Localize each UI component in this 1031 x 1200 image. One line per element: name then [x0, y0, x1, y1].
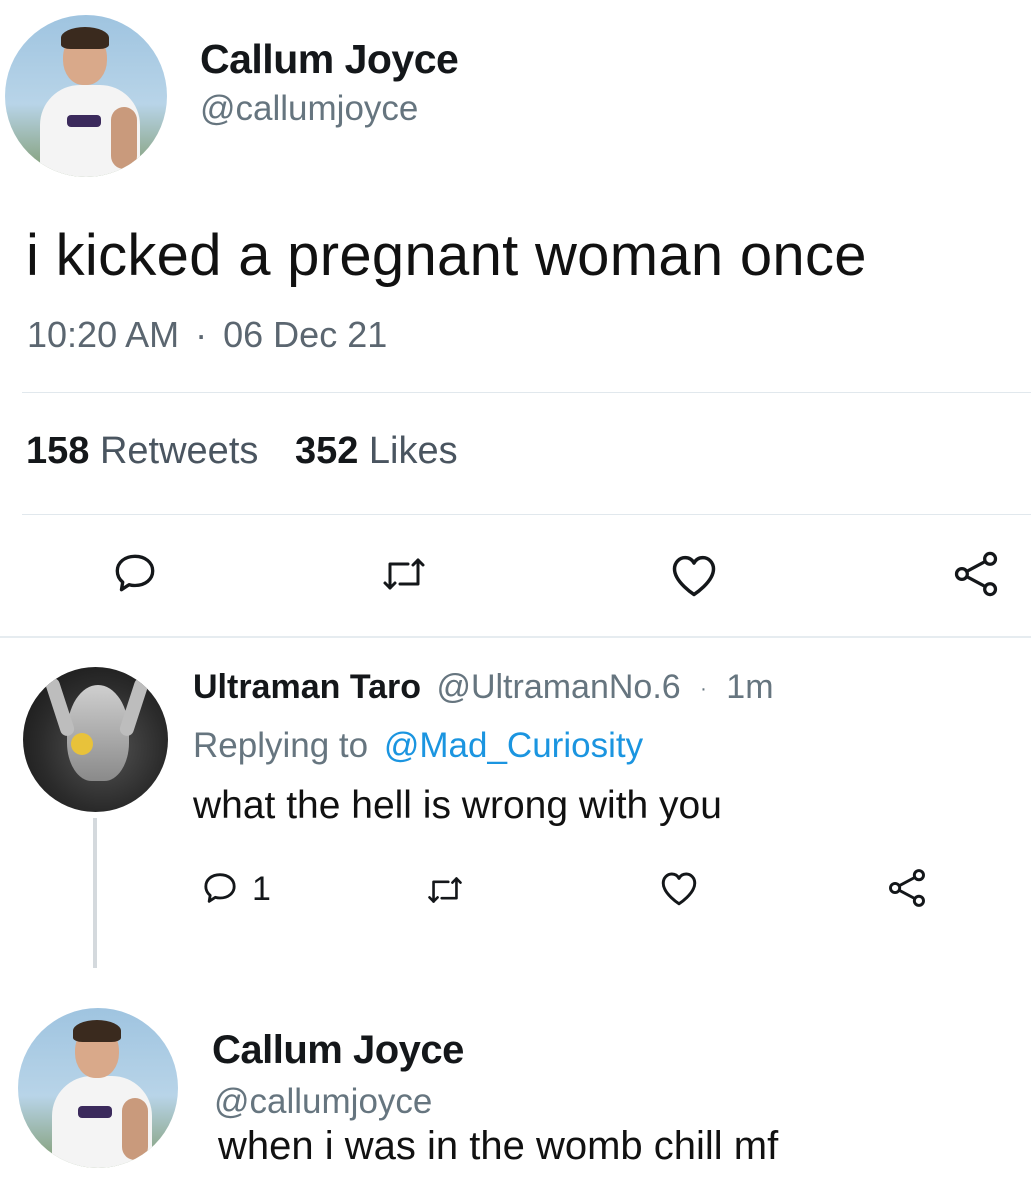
avatar[interactable]	[18, 1008, 178, 1168]
thread-line	[93, 818, 97, 968]
divider	[22, 392, 1031, 393]
share-icon[interactable]	[950, 548, 1002, 600]
tweet-time: 10:20 AM	[27, 314, 180, 355]
author-name[interactable]: Callum Joyce	[200, 36, 459, 83]
timestamp-separator: ·	[195, 314, 208, 355]
reply-author-name[interactable]: Ultraman Taro	[193, 668, 421, 706]
replying-to-mention[interactable]: @Mad_Curiosity	[384, 726, 643, 765]
divider	[22, 514, 1031, 515]
reply-icon[interactable]	[110, 548, 160, 598]
reply-header: Ultraman Taro @UltramanNo.6 · 1m	[193, 668, 774, 707]
reply-icon[interactable]	[200, 868, 240, 908]
reply-text: what the hell is wrong with you	[193, 784, 722, 827]
tweet-text: i kicked a pregnant woman once	[26, 223, 867, 288]
divider	[0, 636, 1031, 638]
share-icon[interactable]	[885, 866, 929, 910]
retweet-icon[interactable]	[425, 872, 465, 908]
retweets-label: Retweets	[99, 430, 259, 472]
retweets-count: 158	[26, 430, 90, 472]
reply-author-handle[interactable]: @UltramanNo.6	[436, 668, 680, 706]
tweet-date: 06 Dec 21	[223, 314, 388, 355]
replying-to: Replying to @Mad_Curiosity	[193, 726, 643, 766]
tweet-timestamp[interactable]: 10:20 AM · 06 Dec 21	[27, 314, 387, 356]
author-handle[interactable]: @callumjoyce	[214, 1082, 432, 1122]
likes-stat[interactable]: 352 Likes	[295, 430, 458, 472]
reply-separator: ·	[700, 677, 707, 700]
tweet-stats: 158 Retweets 352 Likes	[26, 430, 458, 473]
reply-age[interactable]: 1m	[726, 668, 773, 706]
like-icon[interactable]	[658, 868, 700, 908]
avatar[interactable]	[5, 15, 167, 177]
reply-text: when i was in the womb chill mf	[218, 1124, 779, 1168]
retweets-stat[interactable]: 158 Retweets	[26, 430, 269, 472]
likes-count: 352	[294, 430, 359, 472]
retweet-icon[interactable]	[380, 552, 428, 596]
author-handle[interactable]: @callumjoyce	[200, 89, 418, 129]
replying-to-label: Replying to	[193, 726, 369, 765]
avatar[interactable]	[23, 667, 168, 812]
author-name[interactable]: Callum Joyce	[212, 1028, 464, 1073]
reply-count: 1	[252, 870, 271, 908]
like-icon[interactable]	[668, 550, 720, 600]
likes-label: Likes	[368, 430, 458, 472]
